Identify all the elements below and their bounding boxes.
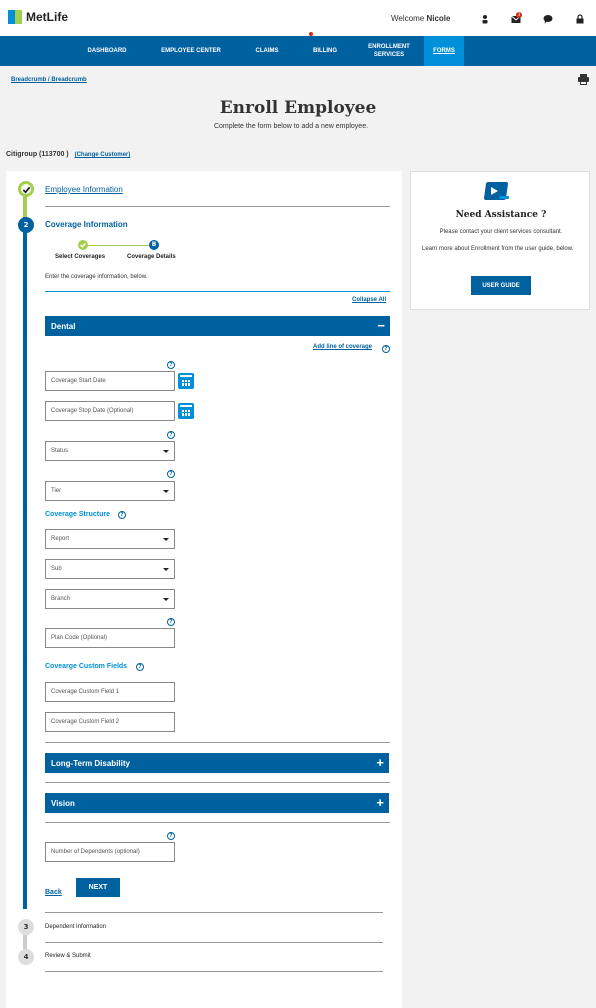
assistance-guide-text: Learn more about Enrollment from the use… [422, 246, 574, 252]
assistance-contact-text: Please contact your client services cons… [439, 229, 563, 235]
substep-select-coverages[interactable]: Select Coverages [55, 254, 105, 260]
step-1-complete-check-icon [18, 181, 34, 197]
coverage-stop-date-input[interactable]: Coverage Stop Date (Optional) [45, 401, 175, 421]
chevron-down-icon [163, 450, 169, 453]
lock-icon[interactable] [575, 14, 585, 24]
divider [45, 742, 390, 743]
vision-accordion-header[interactable]: Vision + [45, 793, 389, 813]
expand-plus-icon[interactable]: + [376, 795, 384, 811]
dental-accordion-header[interactable]: Dental − [45, 316, 390, 336]
nav-forms[interactable]: FORMS [424, 36, 464, 66]
user-guide-button[interactable]: USER GUIDE [471, 276, 531, 295]
step-2-indicator: 2 [18, 217, 34, 233]
breadcrumb[interactable]: Breadcrumb / Breadcrumb [11, 77, 87, 83]
coverage-structure-label: Coverage Structure [45, 511, 110, 518]
help-icon[interactable]: ? [382, 345, 390, 353]
need-assistance-card: Need Assistance ? Please contact your cl… [410, 171, 590, 310]
help-icon[interactable]: ? [167, 431, 175, 439]
change-customer-link[interactable]: (Change Customer) [75, 152, 131, 158]
collapse-all-link[interactable]: Collapse All [352, 297, 386, 303]
coverage-start-date-input[interactable]: Coverage Start Date [45, 371, 175, 391]
sub-select[interactable]: Sub [45, 559, 175, 579]
help-icon[interactable]: ? [167, 618, 175, 626]
step-coverage-information-title: Coverage Information [45, 220, 128, 229]
help-icon[interactable]: ? [167, 470, 175, 478]
status-select[interactable]: Status [45, 441, 175, 461]
dental-title: Dental [51, 321, 76, 331]
tier-select[interactable]: Tier [45, 481, 175, 501]
help-icon[interactable]: ? [167, 832, 175, 840]
user-name: Nicole [426, 14, 451, 23]
divider [45, 206, 390, 207]
metlife-logo[interactable]: MetLife [8, 10, 68, 24]
substep-coverage-details: Coverage Details [127, 254, 176, 260]
step-3-indicator: 3 [18, 919, 34, 935]
chat-icon[interactable] [543, 14, 553, 24]
step-4-indicator: 4 [18, 949, 34, 965]
nav-enrollment-services[interactable]: ENROLLMENT SERVICES [358, 36, 420, 66]
long-term-disability-accordion-header[interactable]: Long-Term Disability + [45, 753, 389, 773]
nav-dashboard[interactable]: DASHBOARD [78, 36, 136, 66]
substep-coverage-details-indicator: B [149, 240, 159, 250]
add-line-of-coverage-link[interactable]: Add line of coverage [313, 344, 372, 350]
branch-select[interactable]: Branch [45, 589, 175, 609]
divider [45, 782, 390, 783]
back-link[interactable]: Back [45, 889, 62, 896]
divider [45, 291, 390, 292]
divider [45, 912, 383, 913]
help-icon[interactable]: ? [118, 511, 126, 519]
assistance-title: Need Assistance ? [455, 210, 547, 220]
number-of-dependents-input[interactable]: Number of Dependents (optional) [45, 842, 175, 862]
substep-complete-check-icon [78, 240, 88, 250]
collapse-minus-icon[interactable]: − [377, 318, 385, 334]
divider [45, 942, 383, 943]
user-profile-icon[interactable] [480, 14, 490, 24]
help-icon[interactable]: ? [167, 361, 175, 369]
calendar-icon[interactable] [178, 373, 194, 389]
help-icon[interactable]: ? [136, 663, 144, 671]
logo-text: MetLife [26, 10, 68, 24]
next-button[interactable]: NEXT [76, 878, 120, 897]
main-nav: DASHBOARD EMPLOYEE CENTER CLAIMS BILLING… [0, 36, 596, 66]
assistance-icon [483, 182, 511, 202]
messages-badge: 3 [516, 12, 522, 18]
calendar-icon[interactable] [178, 403, 194, 419]
nav-claims[interactable]: CLAIMS [246, 36, 288, 66]
substep-connector [88, 245, 149, 246]
expand-plus-icon[interactable]: + [376, 755, 384, 771]
progress-rail [23, 195, 27, 909]
coverage-info-text: Enter the coverage information, below. [45, 274, 148, 280]
top-bar: MetLife Welcome Nicole 3 [0, 0, 596, 36]
vision-title: Vision [51, 798, 75, 808]
divider [45, 971, 383, 972]
nav-employee-center[interactable]: EMPLOYEE CENTER [152, 36, 230, 66]
coverage-custom-fields-label: Covearge Custom Fields [45, 663, 128, 670]
ltd-title: Long-Term Disability [51, 758, 130, 768]
chevron-down-icon [163, 598, 169, 601]
welcome-text: Welcome Nicole [391, 14, 451, 23]
plan-code-input[interactable]: Plan Code (Optional) [45, 628, 175, 648]
progress-rail-complete [23, 195, 27, 217]
customer-info: Citigroup (113700 ) (Change Customer) [6, 151, 130, 158]
page-subtitle: Complete the form below to add a new emp… [213, 123, 369, 130]
coverage-custom-field-2-input[interactable]: Coverage Custom Field 2 [45, 712, 175, 732]
report-select[interactable]: Report [45, 529, 175, 549]
notification-dot [309, 32, 313, 36]
metlife-logo-icon [8, 10, 22, 24]
print-icon[interactable] [578, 74, 589, 86]
step-employee-information-link[interactable]: Employee Information [45, 185, 123, 194]
page-title: Enroll Employee [219, 98, 377, 118]
coverage-custom-field-1-input[interactable]: Coverage Custom Field 1 [45, 682, 175, 702]
chevron-down-icon [163, 490, 169, 493]
chevron-down-icon [163, 568, 169, 571]
chevron-down-icon [163, 538, 169, 541]
nav-billing[interactable]: BILLING [302, 36, 348, 66]
step-dependent-information: Dependent Information [45, 924, 107, 930]
divider [45, 822, 390, 823]
customer-name: Citigroup (113700 ) [6, 151, 69, 158]
step-review-submit: Review & Submit [45, 953, 91, 959]
